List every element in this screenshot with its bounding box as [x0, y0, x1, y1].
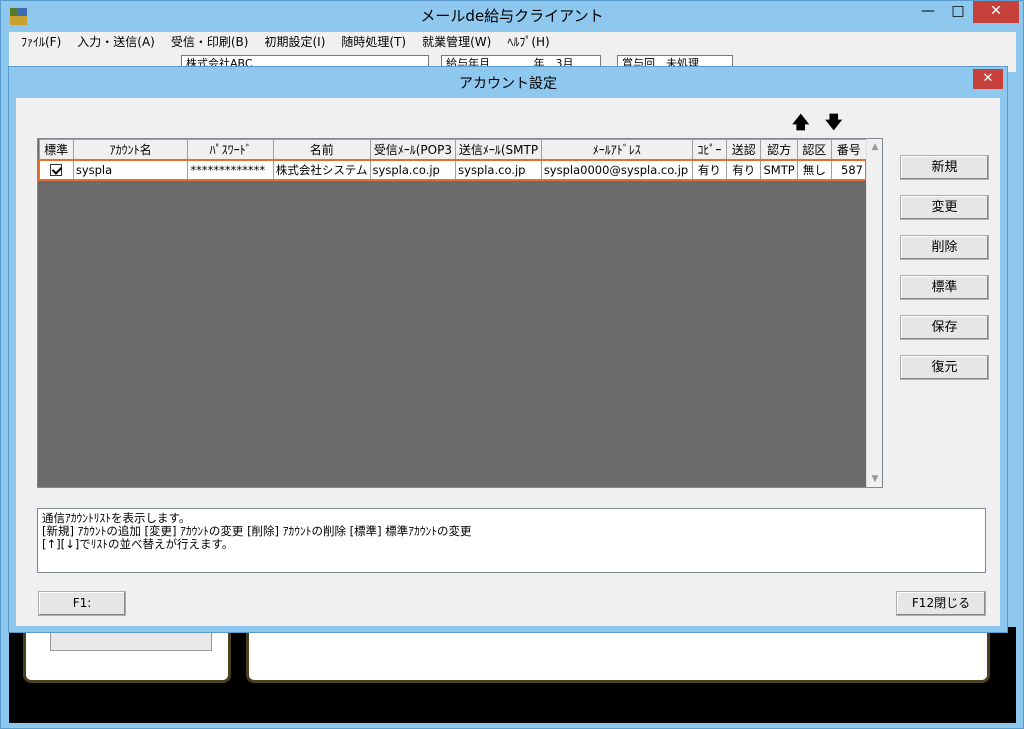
- vertical-scrollbar[interactable]: ▲ ▼: [866, 139, 882, 487]
- info-box: 通信ｱｶｳﾝﾄﾘｽﾄを表示します。 [新規] ｱｶｳﾝﾄの追加 [変更] ｱｶｳ…: [37, 508, 986, 573]
- move-down-arrow-icon[interactable]: 🡇: [825, 110, 842, 139]
- col-pop[interactable]: 受信ﾒｰﾙ(POP3: [369, 139, 457, 160]
- menu-receive-print[interactable]: 受信・印刷(B): [163, 32, 257, 52]
- auth-method-cell: SMTP: [760, 158, 798, 181]
- col-auth-method[interactable]: 認方: [760, 139, 798, 160]
- email-cell: syspla0000@syspla.co.jp: [540, 158, 693, 181]
- restore-button[interactable]: 復元: [900, 355, 989, 380]
- col-default[interactable]: 標準: [38, 139, 74, 160]
- default-checkbox[interactable]: [50, 164, 63, 176]
- dialog-close-button[interactable]: ✕: [973, 69, 1003, 89]
- scroll-down-icon[interactable]: ▼: [867, 471, 883, 487]
- info-line: [↑][↓]でﾘｽﾄの並べ替えが行えます。: [42, 537, 234, 551]
- dialog-title: アカウント設定: [459, 76, 557, 92]
- f12-close-button[interactable]: F12閉じる: [896, 591, 986, 616]
- col-send-auth[interactable]: 送認: [726, 139, 762, 160]
- account-grid[interactable]: 標準 ｱｶｳﾝﾄ名 ﾊﾟｽﾜｰﾄﾞ 名前 受信ﾒｰﾙ(POP3 送信ﾒｰﾙ(SM…: [37, 138, 883, 488]
- menu-help[interactable]: ﾍﾙﾌﾟ(H): [499, 32, 557, 52]
- col-email[interactable]: ﾒｰﾙｱﾄﾞﾚｽ: [540, 139, 693, 160]
- save-button[interactable]: 保存: [900, 315, 989, 340]
- default-cell[interactable]: [38, 158, 74, 181]
- menu-initial-settings[interactable]: 初期設定(I): [256, 32, 333, 52]
- col-name[interactable]: 名前: [272, 139, 371, 160]
- maximize-button[interactable]: □: [943, 1, 973, 23]
- menu-file[interactable]: ﾌｧｲﾙ(F): [13, 32, 69, 52]
- password-cell: *************: [187, 158, 274, 181]
- col-copy[interactable]: ｺﾋﾟｰ: [691, 139, 728, 160]
- background-panel-right: [246, 631, 990, 683]
- close-button[interactable]: ✕: [973, 1, 1019, 23]
- change-button[interactable]: 変更: [900, 195, 989, 220]
- account-settings-dialog: アカウント設定 ✕ 🡅 🡇 標準 ｱｶｳﾝﾄ名 ﾊﾟｽﾜｰﾄﾞ 名前 受信ﾒｰﾙ…: [8, 66, 1008, 633]
- account-table: 標準 ｱｶｳﾝﾄ名 ﾊﾟｽﾜｰﾄﾞ 名前 受信ﾒｰﾙ(POP3 送信ﾒｰﾙ(SM…: [38, 139, 867, 181]
- background-panel-left: [23, 631, 231, 683]
- send-auth-cell: 有り: [726, 158, 762, 181]
- name-cell: 株式会社システム: [272, 158, 371, 181]
- main-window-title: メールde給与クライアント: [420, 7, 604, 25]
- copy-cell: 有り: [691, 158, 728, 181]
- col-number[interactable]: 番号: [831, 139, 867, 160]
- smtp-cell: syspla.co.jp: [455, 158, 542, 181]
- dialog-body: 🡅 🡇 標準 ｱｶｳﾝﾄ名 ﾊﾟｽﾜｰﾄﾞ 名前 受信ﾒｰﾙ(POP3 送信ﾒｰ…: [16, 98, 1000, 626]
- menu-input-send[interactable]: 入力・送信(A): [69, 32, 163, 52]
- col-smtp[interactable]: 送信ﾒｰﾙ(SMTP: [455, 139, 542, 160]
- col-password[interactable]: ﾊﾟｽﾜｰﾄﾞ: [187, 139, 274, 160]
- auth-type-cell: 無し: [796, 158, 833, 181]
- col-auth-type[interactable]: 認区: [796, 139, 833, 160]
- set-default-button[interactable]: 標準: [900, 275, 989, 300]
- scroll-up-icon[interactable]: ▲: [867, 139, 883, 155]
- table-row[interactable]: syspla ************* 株式会社システム syspla.co.…: [38, 158, 867, 181]
- pop-cell: syspla.co.jp: [369, 158, 457, 181]
- header-row: 標準 ｱｶｳﾝﾄ名 ﾊﾟｽﾜｰﾄﾞ 名前 受信ﾒｰﾙ(POP3 送信ﾒｰﾙ(SM…: [38, 139, 867, 160]
- menu-bar: ﾌｧｲﾙ(F) 入力・送信(A) 受信・印刷(B) 初期設定(I) 随時処理(T…: [9, 32, 1016, 52]
- menu-attendance[interactable]: 就業管理(W): [414, 32, 499, 52]
- number-cell: 587: [831, 158, 867, 181]
- f1-button[interactable]: F1:: [38, 591, 126, 616]
- delete-button[interactable]: 削除: [900, 235, 989, 260]
- account-cell: syspla: [72, 158, 189, 181]
- minimize-button[interactable]: —: [913, 1, 943, 23]
- move-up-arrow-icon[interactable]: 🡅: [792, 110, 809, 139]
- new-button[interactable]: 新規: [900, 155, 989, 180]
- menu-adhoc[interactable]: 随時処理(T): [333, 32, 414, 52]
- col-account[interactable]: ｱｶｳﾝﾄ名: [72, 139, 189, 160]
